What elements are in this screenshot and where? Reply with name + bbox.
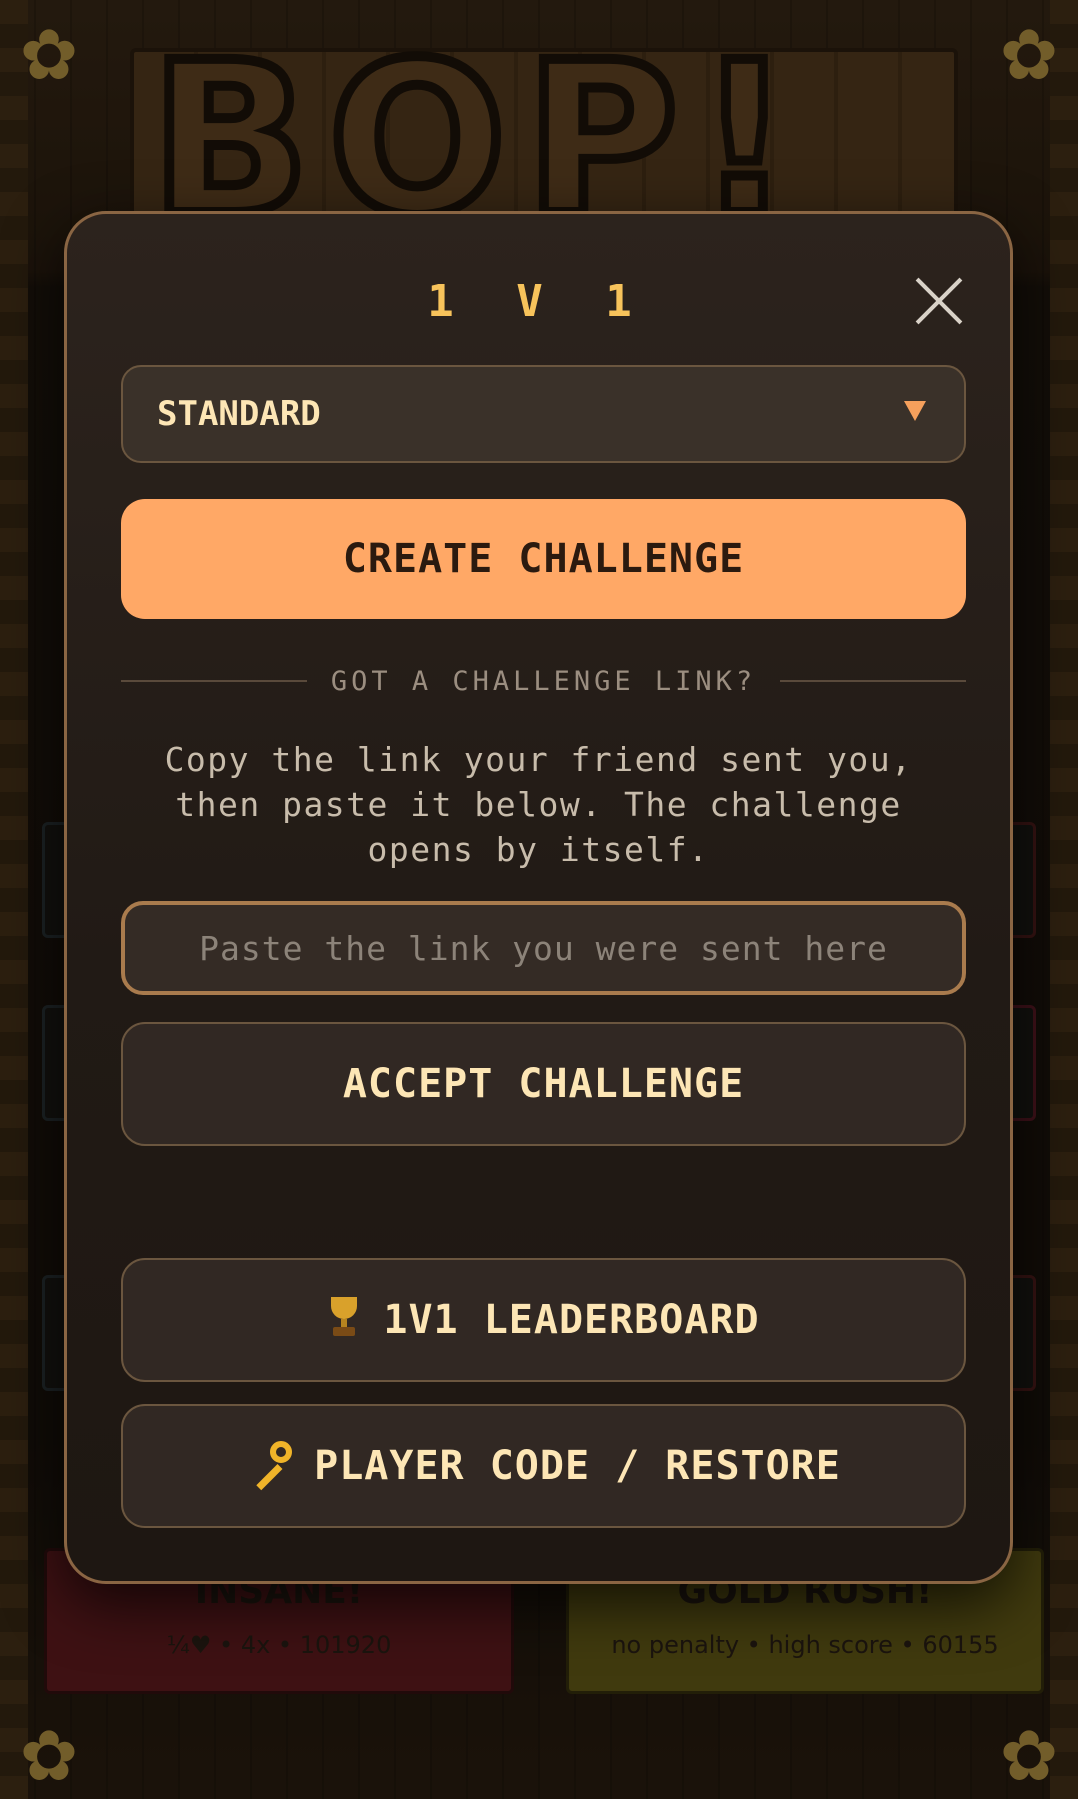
create-challenge-button[interactable]: CREATE CHALLENGE xyxy=(121,499,966,619)
challenge-link-input[interactable] xyxy=(121,901,966,995)
accept-challenge-button[interactable]: ACCEPT CHALLENGE xyxy=(121,1022,966,1146)
mode-select-value: STANDARD xyxy=(157,394,321,434)
close-icon[interactable] xyxy=(914,276,964,326)
challenge-link-divider: GOT A CHALLENGE LINK? xyxy=(121,666,966,697)
player-code-restore-button[interactable]: PLAYER CODE / RESTORE xyxy=(121,1404,966,1528)
mode-select[interactable]: STANDARD xyxy=(121,365,966,463)
trophy-icon xyxy=(327,1297,361,1337)
leaderboard-button-label: 1V1 LEADERBOARD xyxy=(383,1297,760,1343)
chevron-down-icon xyxy=(904,401,926,421)
key-icon xyxy=(246,1441,293,1491)
modal-title: 1 V 1 xyxy=(427,276,650,327)
divider-line xyxy=(780,680,966,682)
help-text: Copy the link your friend sent you, then… xyxy=(164,740,913,869)
one-v-one-modal: 1 V 1 STANDARD CREATE CHALLENGE GOT A CH… xyxy=(64,211,1013,1584)
leaderboard-button[interactable]: 1V1 LEADERBOARD xyxy=(121,1258,966,1382)
restore-button-label: PLAYER CODE / RESTORE xyxy=(314,1443,841,1489)
